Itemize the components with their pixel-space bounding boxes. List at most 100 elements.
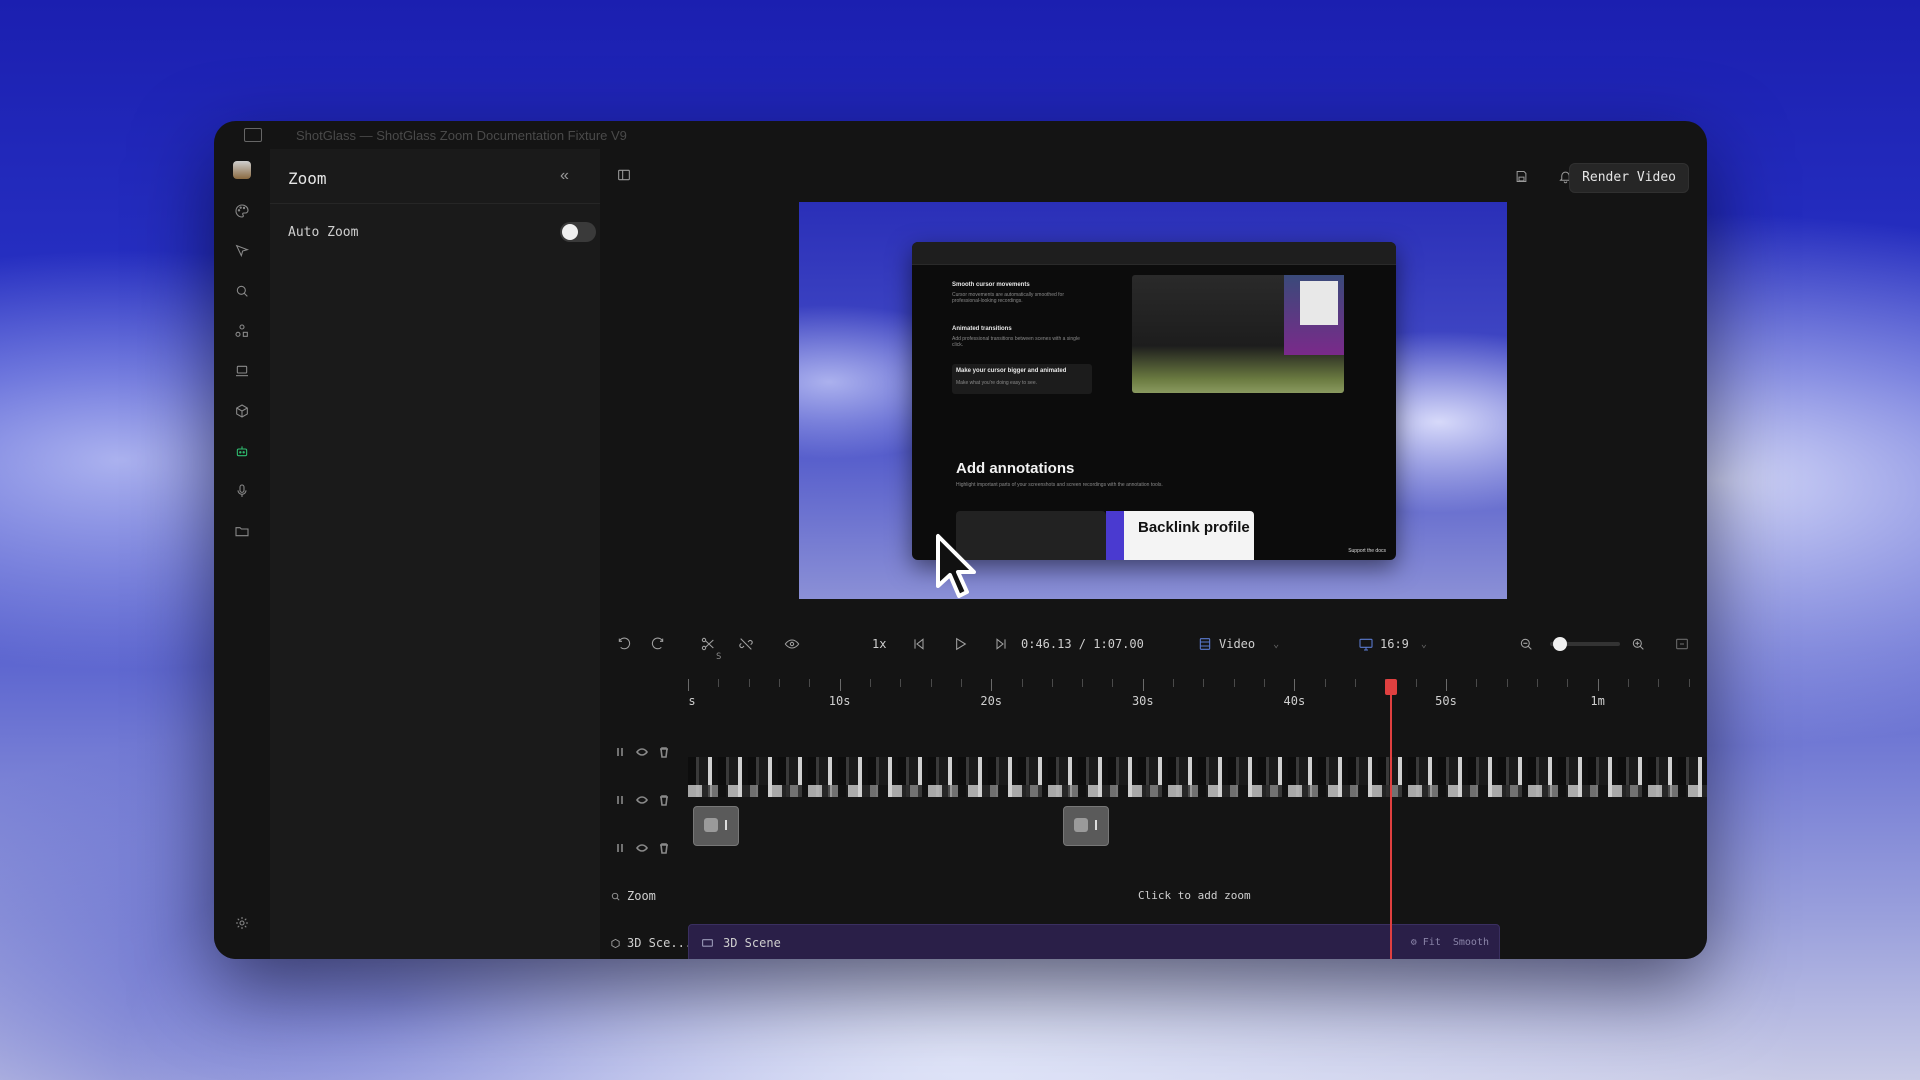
visibility-icon[interactable]	[636, 793, 648, 805]
sidebar-toggle-icon[interactable]	[616, 167, 632, 188]
time-readout: 0:46.13 / 1:07.00	[1021, 637, 1144, 651]
playback-speed-button[interactable]: 1x	[872, 634, 886, 654]
ruler-tick	[1324, 679, 1326, 687]
redo-icon[interactable]	[650, 634, 666, 654]
time-ruler[interactable]: s 10s 20s 30s 40s 50s 1m	[688, 679, 1707, 719]
skip-back-icon[interactable]	[911, 634, 927, 654]
unlink-icon[interactable]	[738, 634, 754, 654]
gear-icon[interactable]	[230, 911, 254, 935]
ruler-tick	[1355, 679, 1357, 687]
track-controls	[614, 745, 670, 758]
zoom-panel: Zoom « Auto Zoom	[270, 149, 600, 959]
trash-icon[interactable]	[658, 793, 670, 806]
ruler-tick	[748, 679, 750, 687]
drag-handle-icon[interactable]	[614, 841, 626, 853]
toggle-knob	[562, 224, 578, 240]
drag-handle-icon[interactable]	[614, 745, 626, 757]
ruler-label: 40s	[1283, 694, 1306, 708]
trash-icon[interactable]	[658, 745, 670, 758]
fit-timeline-icon[interactable]	[1674, 634, 1690, 654]
video-clip-strip[interactable]	[688, 757, 1707, 797]
source-select-label: Video	[1219, 637, 1256, 651]
drag-handle-icon[interactable]	[614, 793, 626, 805]
zoom-marker-icon	[704, 818, 718, 832]
skip-forward-icon[interactable]	[993, 634, 1009, 654]
palette-icon[interactable]	[230, 199, 254, 223]
ruler-tick	[1446, 679, 1447, 691]
preview-screenshot-image	[1132, 275, 1344, 393]
ruler-label: 50s	[1435, 694, 1457, 708]
scene-icon	[702, 939, 713, 947]
fit-tag[interactable]: Fit	[1423, 937, 1441, 948]
playhead-handle[interactable]	[1385, 679, 1397, 695]
trash-icon[interactable]	[658, 841, 670, 854]
preview-feature-title: Smooth cursor movements	[952, 282, 1030, 288]
panel-title: Zoom	[288, 169, 327, 188]
zoom-out-icon[interactable]	[1518, 634, 1534, 654]
gear-icon[interactable]: ⚙	[1411, 937, 1417, 948]
cut-shortcut-label: S	[716, 652, 722, 662]
ruler-tick	[1688, 679, 1690, 687]
cursor-arrow-icon	[936, 534, 976, 598]
auto-zoom-toggle[interactable]	[560, 222, 596, 242]
ruler-tick	[718, 679, 720, 687]
search-icon[interactable]	[230, 279, 254, 303]
slider-knob[interactable]	[1552, 637, 1567, 651]
source-select[interactable]: Video ⌄	[1197, 634, 1279, 654]
zoom-marker[interactable]	[693, 806, 739, 846]
preview-feature-text: Cursor movements are automatically smoot…	[952, 292, 1064, 304]
ruler-tick	[1658, 679, 1660, 687]
preview-card-accent	[1106, 511, 1124, 560]
timeline-zoom-slider[interactable]	[1550, 634, 1620, 654]
visibility-icon[interactable]	[636, 745, 648, 757]
zoom-track-label: Zoom	[610, 889, 656, 903]
ruler-label: 30s	[1131, 694, 1154, 708]
track-controls	[614, 841, 670, 854]
ruler-tick	[809, 679, 811, 687]
add-zoom-hint[interactable]: Click to add zoom	[1138, 889, 1251, 902]
ruler-tick	[1142, 679, 1144, 691]
render-video-button[interactable]: Render Video	[1569, 163, 1689, 193]
ruler-tick	[1021, 679, 1023, 687]
collapse-panel-button[interactable]: «	[560, 167, 569, 185]
cut-icon[interactable]	[700, 634, 716, 654]
visibility-icon[interactable]	[636, 841, 648, 853]
smooth-tag[interactable]: Smooth	[1453, 937, 1489, 948]
play-icon[interactable]	[952, 634, 968, 654]
playhead[interactable]	[1385, 679, 1397, 959]
ruler-tick	[1567, 679, 1569, 687]
ruler-tick	[869, 679, 871, 687]
zoom-marker-handle	[725, 820, 727, 830]
scene-clip-label: 3D Scene	[723, 936, 781, 950]
cube-icon	[611, 938, 620, 948]
zoom-in-icon[interactable]	[1630, 634, 1646, 654]
ruler-tick	[1597, 679, 1599, 691]
preview-heading-text: Highlight important parts of your screen…	[956, 482, 1163, 488]
sidebar-rail	[214, 149, 270, 959]
folder-icon[interactable]	[230, 519, 254, 543]
zoom-marker[interactable]	[1063, 806, 1109, 846]
ruler-tick	[1415, 679, 1417, 687]
shapes-icon[interactable]	[230, 319, 254, 343]
ruler-tick	[839, 679, 841, 691]
save-icon[interactable]	[1514, 169, 1529, 189]
eye-icon[interactable]	[784, 634, 800, 654]
undo-icon[interactable]	[616, 634, 632, 654]
ruler-tick	[1203, 679, 1205, 687]
ruler-tick	[960, 679, 962, 687]
ruler-label: 20s	[980, 694, 1003, 708]
scene-clip[interactable]: 3D Scene ⚙ Fit Smooth	[688, 924, 1500, 959]
ruler-tick	[1536, 679, 1538, 687]
laptop-icon[interactable]	[230, 359, 254, 383]
robot-icon[interactable]	[230, 439, 254, 463]
preview-card-title: Backlink profile	[1138, 519, 1250, 536]
ruler-tick	[1112, 679, 1114, 687]
cursor-icon[interactable]	[230, 239, 254, 263]
preview-card: Backlink profile	[1124, 511, 1254, 560]
search-icon	[611, 892, 620, 900]
cube-icon[interactable]	[230, 399, 254, 423]
aspect-select[interactable]: 16:9 ⌄	[1358, 634, 1427, 654]
auto-zoom-label: Auto Zoom	[288, 225, 359, 240]
microphone-icon[interactable]	[230, 479, 254, 503]
chevron-down-icon: ⌄	[1420, 638, 1427, 650]
